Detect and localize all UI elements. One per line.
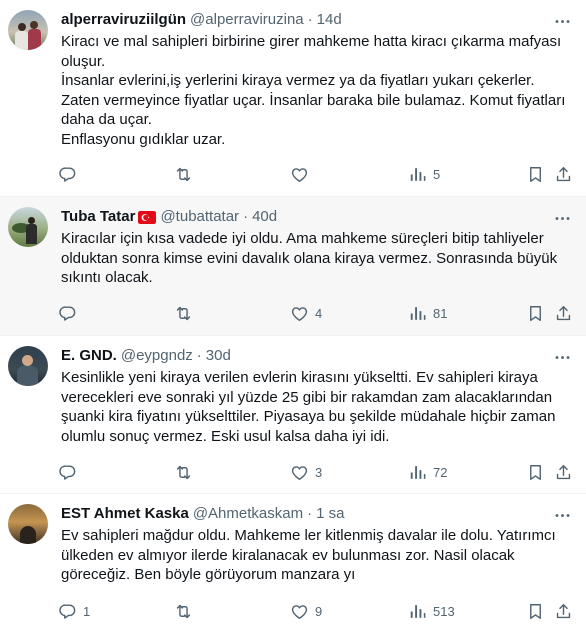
- tweet-header: alperraviruziilgün @alperraviruzina · 14…: [61, 10, 572, 30]
- views-button[interactable]: 5: [408, 162, 440, 186]
- tweet-header: EST Ahmet Kaska @Ahmetkaskam · 1 sa: [61, 504, 572, 524]
- separator-dot: ·: [307, 505, 313, 522]
- like-count: 3: [315, 464, 323, 480]
- tweet-text: Ev sahipleri mağdur oldu. Mahkeme ler ki…: [61, 527, 556, 583]
- tweet[interactable]: Tuba Tatar @tubattatar · 40d Kiracılar i…: [0, 197, 586, 336]
- separator-dot: ·: [196, 347, 202, 364]
- author-name[interactable]: Tuba Tatar: [61, 207, 135, 227]
- reply-icon: [58, 165, 77, 184]
- reply-button[interactable]: [58, 301, 83, 325]
- share-icon: [554, 304, 573, 323]
- action-bar: 1 9 513: [52, 599, 576, 623]
- share-button[interactable]: [554, 460, 573, 484]
- like-count: 9: [315, 603, 323, 619]
- retweet-button[interactable]: [174, 460, 199, 484]
- tweet-header: Tuba Tatar @tubattatar · 40d: [61, 207, 572, 227]
- more-icon[interactable]: [553, 12, 572, 31]
- retweet-button[interactable]: [174, 599, 199, 623]
- share-icon: [554, 463, 573, 482]
- avatar[interactable]: [8, 346, 48, 386]
- more-icon[interactable]: [553, 209, 572, 228]
- timestamp[interactable]: 14d: [317, 10, 342, 30]
- tweet-text: Kiracılar için kısa vadede iyi oldu. Ama…: [61, 230, 558, 286]
- reply-button[interactable]: 1: [58, 599, 90, 623]
- separator-dot: ·: [307, 11, 313, 28]
- turkey-flag-icon: [138, 210, 157, 224]
- author-name[interactable]: EST Ahmet Kaska: [61, 504, 189, 524]
- separator-dot: ·: [243, 208, 249, 225]
- views-button[interactable]: 81: [408, 301, 447, 325]
- views-button[interactable]: 72: [408, 460, 447, 484]
- like-icon: [290, 165, 309, 184]
- views-icon: [408, 165, 427, 184]
- author-handle[interactable]: @tubattatar: [160, 207, 239, 227]
- like-button[interactable]: 3: [290, 460, 322, 484]
- bookmark-icon: [526, 304, 545, 323]
- views-count: 81: [433, 305, 448, 321]
- timestamp[interactable]: 1 sa: [316, 504, 344, 524]
- views-icon: [408, 463, 427, 482]
- tweet-text: Kesinlikle yeni kiraya verilen evlerin k…: [61, 369, 556, 445]
- share-button[interactable]: [554, 162, 573, 186]
- views-count: 513: [433, 603, 455, 619]
- bookmark-icon: [526, 165, 545, 184]
- retweet-button[interactable]: [174, 301, 199, 325]
- views-button[interactable]: 513: [408, 599, 455, 623]
- like-icon: [290, 463, 309, 482]
- timestamp[interactable]: 30d: [206, 346, 231, 366]
- action-bar: 3 72: [52, 460, 576, 484]
- bookmark-button[interactable]: [526, 162, 545, 186]
- views-icon: [408, 602, 427, 621]
- author-handle[interactable]: @Ahmetkaskam: [193, 504, 303, 524]
- avatar[interactable]: [8, 504, 48, 544]
- like-button[interactable]: 9: [290, 599, 322, 623]
- like-button[interactable]: [290, 162, 315, 186]
- bookmark-button[interactable]: [526, 599, 545, 623]
- reply-icon: [58, 463, 77, 482]
- more-icon[interactable]: [553, 348, 572, 367]
- views-count: 5: [433, 166, 441, 182]
- author-name[interactable]: E. GND.: [61, 346, 117, 366]
- like-icon: [290, 304, 309, 323]
- avatar[interactable]: [8, 207, 48, 247]
- author-name[interactable]: alperraviruziilgün: [61, 10, 186, 30]
- avatar[interactable]: [8, 10, 48, 50]
- like-icon: [290, 602, 309, 621]
- bookmark-icon: [526, 602, 545, 621]
- tweet-header: E. GND. @eypgndz · 30d: [61, 346, 572, 366]
- more-icon[interactable]: [553, 506, 572, 525]
- bookmark-button[interactable]: [526, 460, 545, 484]
- reply-icon: [58, 304, 77, 323]
- share-button[interactable]: [554, 301, 573, 325]
- bookmark-button[interactable]: [526, 301, 545, 325]
- retweet-icon: [174, 304, 193, 323]
- like-button[interactable]: 4: [290, 301, 322, 325]
- like-count: 4: [315, 305, 323, 321]
- author-handle[interactable]: @alperraviruzina: [190, 10, 304, 30]
- retweet-icon: [174, 463, 193, 482]
- tweet[interactable]: alperraviruziilgün @alperraviruzina · 14…: [0, 0, 586, 197]
- retweet-button[interactable]: [174, 162, 199, 186]
- tweet[interactable]: E. GND. @eypgndz · 30d Kesinlikle yeni k…: [0, 336, 586, 494]
- tweet[interactable]: EST Ahmet Kaska @Ahmetkaskam · 1 sa Ev s…: [0, 494, 586, 627]
- views-count: 72: [433, 464, 448, 480]
- share-icon: [554, 602, 573, 621]
- reply-button[interactable]: [58, 162, 83, 186]
- views-icon: [408, 304, 427, 323]
- action-bar: 4 81: [52, 301, 576, 325]
- share-button[interactable]: [554, 599, 573, 623]
- action-bar: 5: [52, 162, 576, 186]
- reply-icon: [58, 602, 77, 621]
- timestamp[interactable]: 40d: [252, 207, 277, 227]
- retweet-icon: [174, 602, 193, 621]
- retweet-icon: [174, 165, 193, 184]
- tweet-text: Kiracı ve mal sahipleri birbirine girer …: [61, 33, 566, 148]
- author-handle[interactable]: @eypgndz: [121, 346, 193, 366]
- share-icon: [554, 165, 573, 184]
- bookmark-icon: [526, 463, 545, 482]
- reply-button[interactable]: [58, 460, 83, 484]
- reply-count: 1: [83, 603, 91, 619]
